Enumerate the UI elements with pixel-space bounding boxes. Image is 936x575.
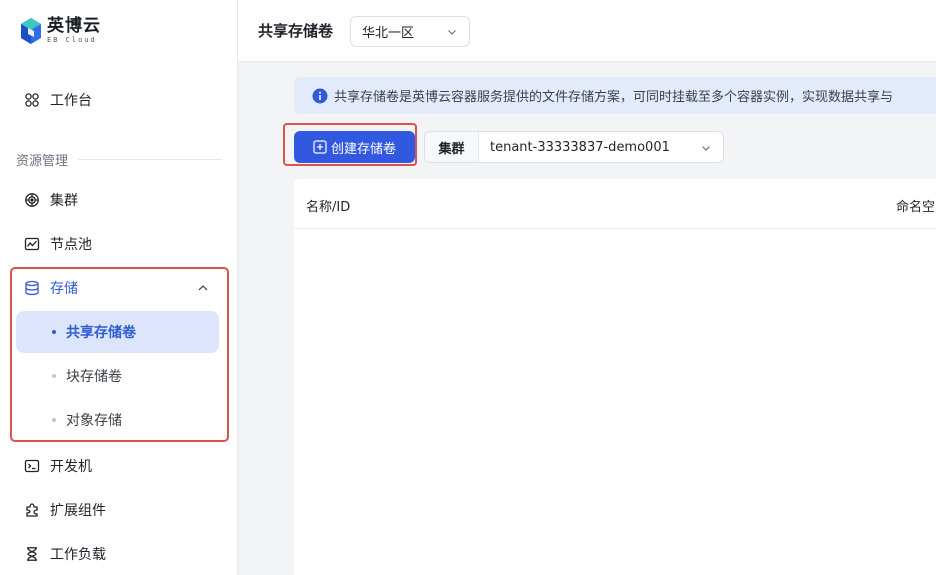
sidebar-item-cluster[interactable]: 集群 [16,183,219,217]
info-icon [312,88,328,103]
section-label-text: 资源管理 [16,154,69,169]
info-banner: 共享存储卷是英博云容器服务提供的文件存储方案，可同时挂载至多个容器实例，实现数据… [294,77,936,114]
column-header-name[interactable]: 名称/ID [306,196,350,215]
section-divider [78,159,222,160]
sidebar-subitem-block-volume[interactable]: 块存储卷 [16,355,219,397]
terminal-icon [24,458,40,474]
puzzle-icon [24,502,40,518]
cluster-select-label: 集群 [425,132,479,162]
logo[interactable]: 英博云 EB Cloud [20,15,101,47]
sidebar-item-storage[interactable]: 存储 [16,271,219,305]
section-label-resources: 资源管理 [16,150,222,169]
volume-table: 名称/ID 命名空 [294,179,936,575]
sidebar-item-label: 存储 [50,281,78,297]
logo-subtitle: EB Cloud [47,36,97,44]
database-icon [24,280,40,296]
sidebar-item-workbench[interactable]: 工作台 [16,83,219,117]
sidebar: 英博云 EB Cloud 工作台 资源管理 集群 节点池 存储 共享存储卷 块存… [0,0,238,575]
page-title: 共享存储卷 [258,22,334,40]
sidebar-subitem-label: 对象存储 [66,413,122,429]
sidebar-subitem-object-storage[interactable]: 对象存储 [16,399,219,441]
info-banner-text: 共享存储卷是英博云容器服务提供的文件存储方案，可同时挂载至多个容器实例，实现数据… [334,90,894,105]
chevron-up-icon[interactable] [197,282,209,294]
sidebar-item-label: 工作台 [50,93,92,109]
sidebar-item-label: 工作负载 [50,547,106,563]
sidebar-subitem-shared-volume[interactable]: 共享存储卷 [16,311,219,353]
logo-name: 英博云 [47,16,101,36]
app-root: 英博云 EB Cloud 工作台 资源管理 集群 节点池 存储 共享存储卷 块存… [0,0,936,575]
bullet-dot-icon [52,374,56,378]
node-pool-icon [24,236,40,252]
workbench-icon [24,92,40,108]
table-header-row: 名称/ID 命名空 [294,179,936,229]
bullet-dot-icon [52,330,56,334]
create-volume-label: 创建存储卷 [330,140,396,156]
region-select[interactable]: 华北一区 [350,16,470,47]
cluster-select[interactable]: 集群 tenant-33333837-demo001 [424,131,724,163]
sidebar-item-workloads[interactable]: 工作负载 [16,537,219,571]
create-volume-button[interactable]: 创建存储卷 [294,131,415,163]
sidebar-item-extensions[interactable]: 扩展组件 [16,493,219,527]
sidebar-subitem-label: 共享存储卷 [66,325,136,341]
sidebar-subitem-label: 块存储卷 [66,369,122,385]
sidebar-item-label: 扩展组件 [50,503,106,519]
column-header-namespace[interactable]: 命名空 [896,196,935,215]
cluster-icon [24,192,40,208]
cluster-select-value: tenant-33333837-demo001 [490,139,670,155]
add-square-icon [313,140,327,154]
sidebar-item-dev-machine[interactable]: 开发机 [16,449,219,483]
sidebar-item-label: 节点池 [50,237,92,253]
top-header: 共享存储卷 华北一区 [238,0,936,62]
sidebar-item-label: 集群 [50,193,78,209]
hourglass-icon [24,546,40,562]
chevron-down-icon [702,146,710,151]
sidebar-item-label: 开发机 [50,459,92,475]
chevron-down-icon [448,30,456,35]
bullet-dot-icon [52,418,56,422]
region-select-value: 华北一区 [362,26,415,41]
sidebar-item-node-pool[interactable]: 节点池 [16,227,219,261]
logo-mark-icon [21,18,41,44]
